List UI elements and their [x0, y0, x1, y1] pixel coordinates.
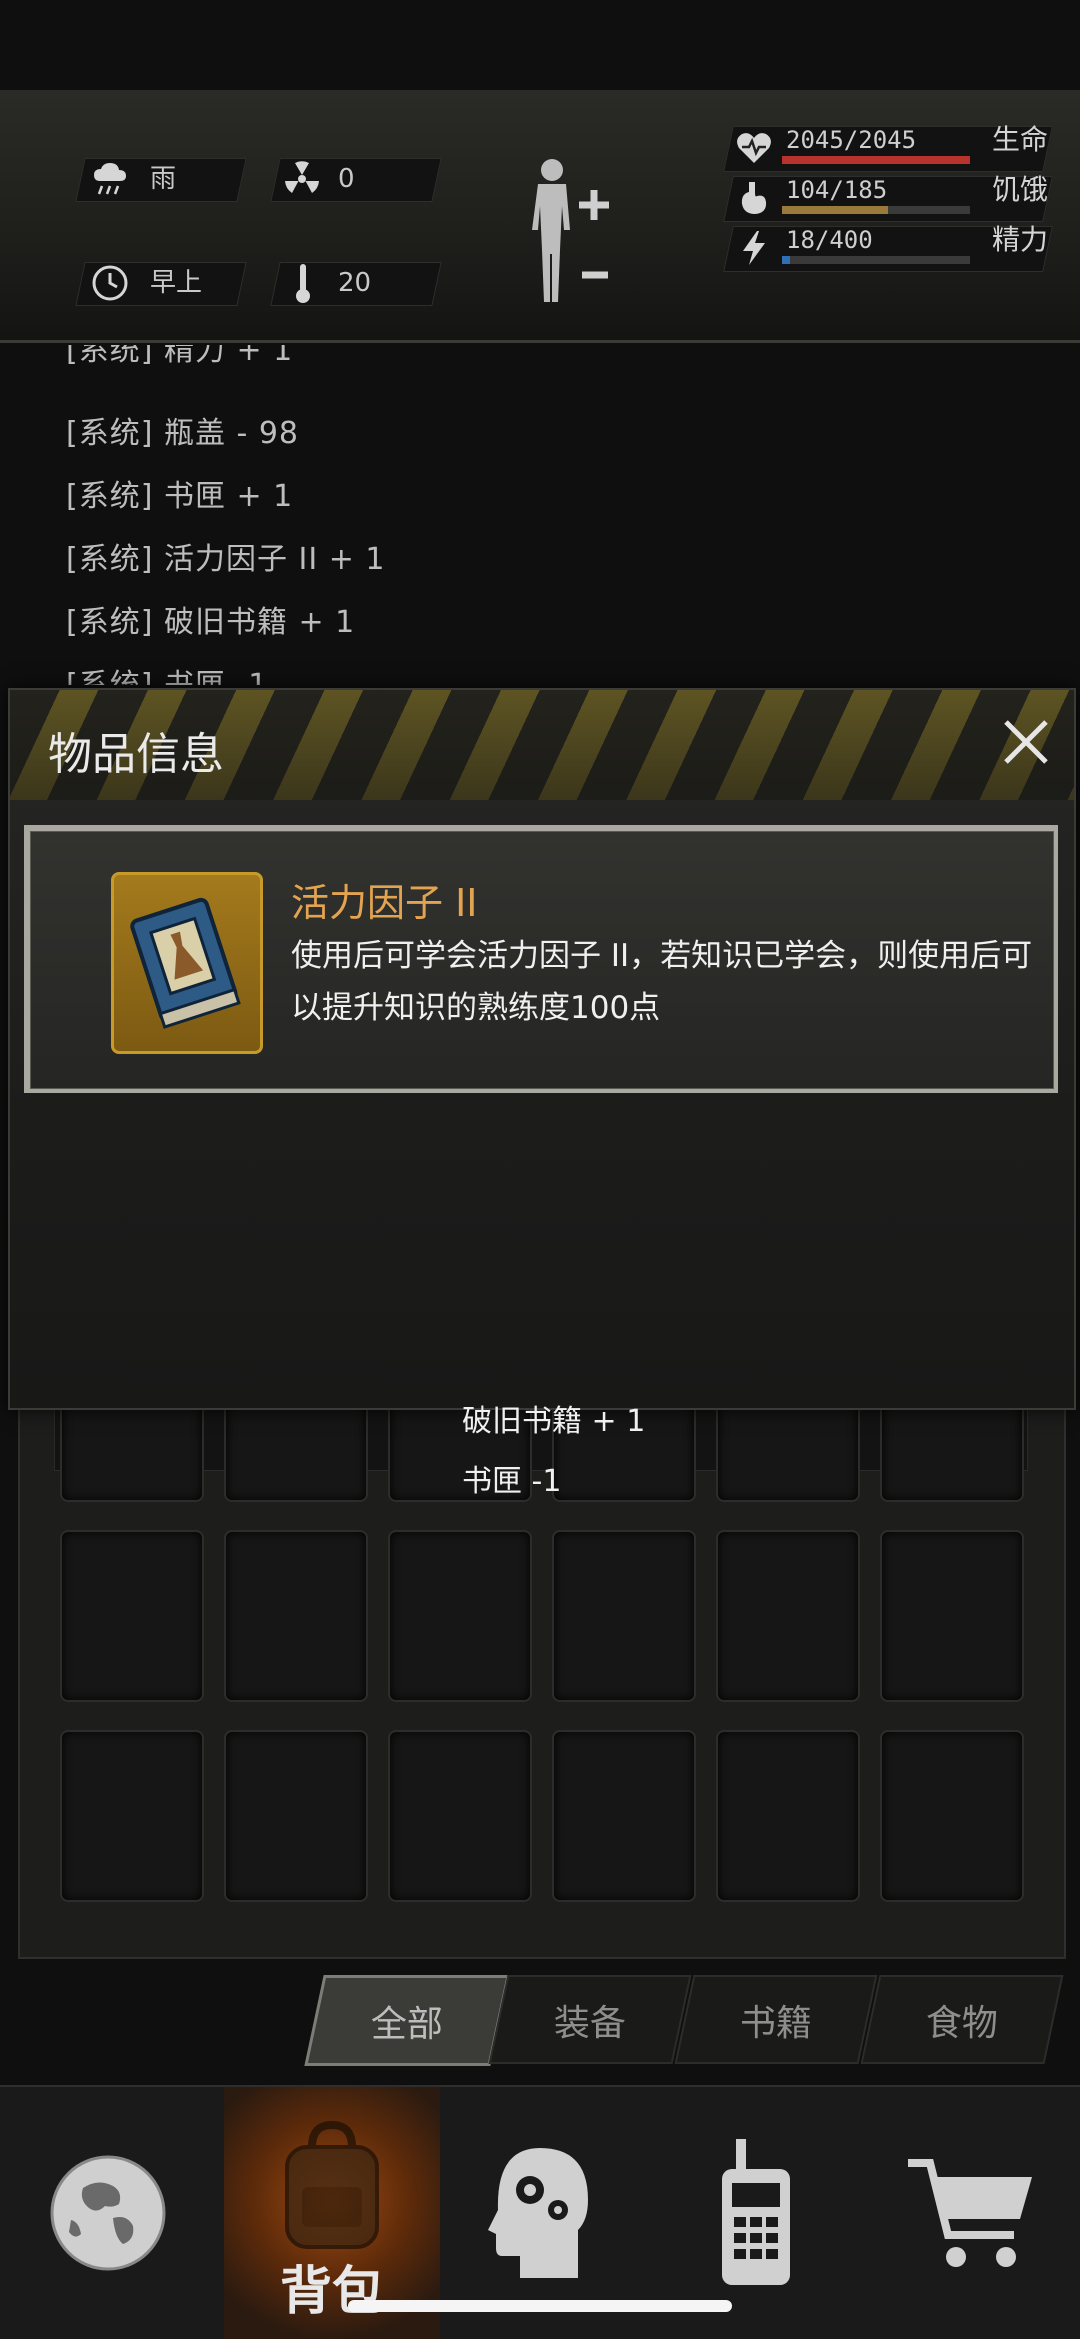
tab-equipment[interactable]: 装备 — [488, 1975, 692, 2064]
inventory-slot[interactable] — [552, 1730, 696, 1902]
toast-message: 破旧书籍 + 1 — [462, 1404, 646, 1439]
walkie-talkie-icon — [722, 2139, 790, 2285]
hunger-bar — [782, 206, 970, 214]
thermometer-icon — [285, 260, 321, 306]
health-bar — [782, 156, 970, 164]
stomach-icon — [734, 178, 774, 218]
radiation-icon — [280, 156, 324, 202]
item-info-modal: 物品信息 活力因子 II 使用后可学会活力因子 II，若知识已学会，则使用后可以… — [8, 688, 1076, 1410]
log-line: [系统] 瓶盖 - 98 — [66, 416, 300, 451]
item-description: 使用后可学会活力因子 II，若知识已学会，则使用后可以提升知识的熟练度100点 — [291, 938, 1033, 1026]
radiation-value: 0 — [338, 164, 355, 194]
heart-icon — [734, 128, 774, 168]
shopping-cart-icon — [908, 2159, 1032, 2267]
body-figure-icon[interactable] — [520, 150, 630, 310]
hunger-bar-fill — [782, 206, 888, 214]
skill-book-icon — [111, 872, 263, 1054]
energy-label: 精力 — [992, 223, 1049, 256]
health-value: 2045/2045 — [786, 126, 917, 154]
inventory-slot[interactable] — [224, 1730, 368, 1902]
inventory-slot[interactable] — [716, 1530, 860, 1702]
time-label: 早上 — [150, 268, 203, 298]
log-line: [系统] 精力 + 1 — [66, 345, 294, 368]
log-line: [系统] 书匣 -1 — [66, 660, 268, 685]
inventory-slot[interactable] — [880, 1730, 1024, 1902]
nav-world[interactable] — [0, 2087, 216, 2339]
tab-all[interactable]: 全部 — [304, 1975, 510, 2066]
clock-icon — [88, 260, 132, 306]
hunger-value: 104/185 — [786, 176, 888, 204]
head-gears-icon — [488, 2148, 588, 2278]
inventory-slot[interactable] — [552, 1530, 696, 1702]
close-icon[interactable] — [996, 712, 1056, 772]
tab-books[interactable]: 书籍 — [674, 1975, 878, 2064]
nav-backpack-label: 背包 — [279, 2262, 384, 2322]
status-panel: 雨 0 早上 20 2045/2045 生命 104/185 饥饿 18/400 精力 — [0, 90, 1080, 343]
weather-label: 雨 — [150, 164, 177, 194]
health-bar-fill — [782, 156, 970, 164]
log-line: [系统] 破旧书籍 + 1 — [66, 605, 356, 640]
close-button[interactable] — [996, 712, 1056, 772]
inventory-slot[interactable] — [388, 1530, 532, 1702]
lightning-icon — [734, 228, 774, 268]
inventory-slot[interactable] — [60, 1530, 204, 1702]
backpack-icon — [285, 2120, 379, 2249]
inventory-slot[interactable] — [224, 1530, 368, 1702]
tab-food[interactable]: 食物 — [860, 1975, 1064, 2064]
category-tabs: 全部 装备 书籍 食物 — [300, 1975, 1070, 2066]
inventory-slot[interactable] — [60, 1730, 204, 1902]
hunger-label: 饥饿 — [992, 173, 1049, 206]
energy-bar — [782, 256, 970, 264]
item-name: 活力因子 II — [291, 881, 478, 925]
log-line: [系统] 活力因子 II + 1 — [66, 542, 386, 577]
nav-shop[interactable] — [864, 2087, 1080, 2339]
rain-cloud-icon — [88, 156, 132, 202]
inventory-slot[interactable] — [388, 1730, 532, 1902]
health-label: 生命 — [992, 123, 1049, 156]
energy-bar-fill — [782, 256, 791, 264]
temperature-value: 20 — [338, 268, 372, 298]
globe-icon — [50, 2155, 166, 2271]
toast-message: 书匣 -1 — [462, 1464, 562, 1499]
energy-value: 18/400 — [786, 226, 873, 254]
message-log: [系统] 精力 + 1 [系统] 瓶盖 - 98 [系统] 书匣 + 1 [系统… — [0, 345, 1080, 685]
modal-title: 物品信息 — [48, 729, 224, 780]
log-line: [系统] 书匣 + 1 — [66, 479, 294, 514]
inventory-slot[interactable] — [880, 1530, 1024, 1702]
inventory-slot[interactable] — [716, 1730, 860, 1902]
home-indicator — [348, 2300, 732, 2312]
item-card: 活力因子 II 使用后可学会活力因子 II，若知识已学会，则使用后可以提升知识的… — [24, 825, 1058, 1093]
